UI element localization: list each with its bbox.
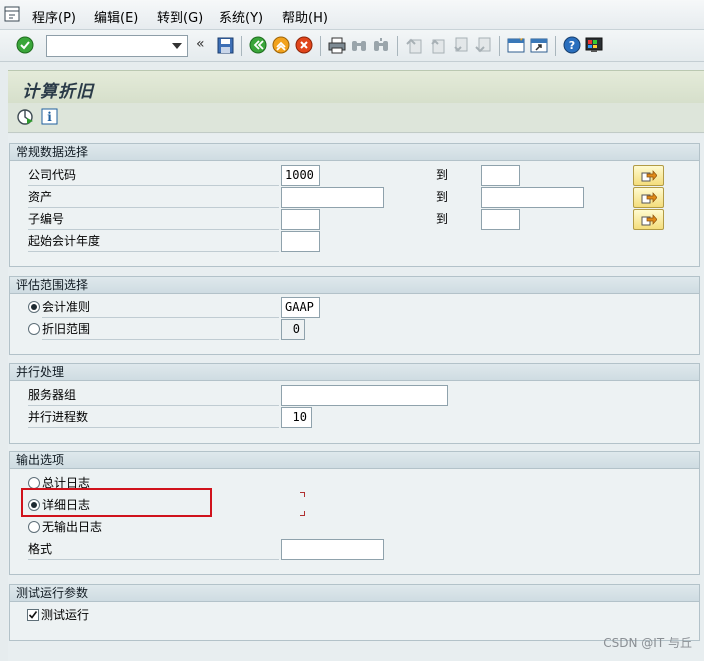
group-title: 评估范围选择 bbox=[10, 277, 699, 294]
menu-system[interactable]: 系统(Y) bbox=[219, 7, 263, 26]
menu-help[interactable]: 帮助(H) bbox=[282, 7, 328, 26]
menu-edit[interactable]: 编辑(E) bbox=[94, 7, 138, 26]
subnumber-field[interactable] bbox=[281, 209, 320, 230]
asset-field[interactable] bbox=[281, 187, 384, 208]
back-icon[interactable] bbox=[248, 35, 268, 55]
multiple-selection-button[interactable] bbox=[633, 209, 664, 230]
save-icon[interactable] bbox=[215, 35, 235, 55]
focus-corner-marker bbox=[300, 492, 305, 497]
group-title: 常规数据选择 bbox=[10, 144, 699, 161]
depreciation-area-label: 折旧范围 bbox=[42, 319, 279, 340]
company-code-label: 公司代码 bbox=[28, 165, 279, 186]
arrow-right-icon bbox=[641, 214, 657, 226]
fiscal-year-label: 起始会计年度 bbox=[28, 231, 279, 252]
subnumber-to-field[interactable] bbox=[481, 209, 520, 230]
server-group-field[interactable] bbox=[281, 385, 448, 406]
company-code-field[interactable]: 1000 bbox=[281, 165, 320, 186]
asset-label: 资产 bbox=[28, 187, 279, 208]
test-run-checkbox[interactable] bbox=[27, 609, 39, 621]
svg-text:i: i bbox=[47, 110, 52, 124]
process-count-field[interactable]: 10 bbox=[281, 407, 312, 428]
focus-corner-marker bbox=[300, 511, 305, 516]
shortcut-icon[interactable] bbox=[529, 35, 549, 55]
accounting-principle-field[interactable]: GAAP bbox=[281, 297, 320, 318]
chevron-down-icon[interactable] bbox=[169, 38, 185, 54]
help-icon[interactable]: ? bbox=[562, 35, 582, 55]
layout-menu-icon[interactable] bbox=[584, 35, 604, 55]
fiscal-year-field[interactable] bbox=[281, 231, 320, 252]
subnumber-label: 子编号 bbox=[28, 209, 279, 230]
to-label: 到 bbox=[436, 168, 449, 182]
group-title: 测试运行参数 bbox=[10, 585, 699, 602]
exit-icon[interactable] bbox=[271, 35, 291, 55]
test-run-label: 测试运行 bbox=[41, 608, 90, 622]
next-page-icon bbox=[450, 35, 470, 55]
menu-goto[interactable]: 转到(G) bbox=[157, 7, 203, 26]
watermark: CSDN @IT 与丘 bbox=[603, 636, 692, 650]
application-toolbar: i bbox=[8, 103, 704, 133]
multiple-selection-button[interactable] bbox=[633, 165, 664, 186]
svg-text:?: ? bbox=[569, 39, 575, 52]
command-field[interactable] bbox=[46, 35, 188, 57]
enter-check-icon[interactable] bbox=[15, 35, 35, 55]
accounting-principle-label: 会计准则 bbox=[42, 297, 279, 318]
no-log-radio[interactable] bbox=[28, 521, 40, 533]
menu-bar: 程序(P) 编辑(E) 转到(G) 系统(Y) 帮助(H) bbox=[0, 0, 704, 30]
arrow-right-icon bbox=[641, 192, 657, 204]
create-session-icon[interactable] bbox=[506, 35, 526, 55]
page-title: 计算折旧 bbox=[22, 82, 94, 102]
to-label: 到 bbox=[436, 190, 449, 204]
system-menu-icon[interactable] bbox=[4, 6, 20, 22]
format-label: 格式 bbox=[28, 539, 279, 560]
command-input[interactable] bbox=[47, 36, 169, 56]
process-count-label: 并行进程数 bbox=[28, 407, 279, 428]
group-title: 输出选项 bbox=[10, 452, 699, 469]
arrow-right-icon bbox=[641, 170, 657, 182]
annotation-highlight bbox=[21, 488, 212, 517]
last-page-icon bbox=[473, 35, 493, 55]
multiple-selection-button[interactable] bbox=[633, 187, 664, 208]
company-code-to-field[interactable] bbox=[481, 165, 520, 186]
depreciation-area-field[interactable]: 0 bbox=[281, 319, 305, 340]
accounting-principle-radio[interactable] bbox=[28, 301, 40, 313]
group-title: 并行处理 bbox=[10, 364, 699, 381]
first-page-icon bbox=[404, 35, 424, 55]
checkmark-icon bbox=[28, 611, 38, 619]
format-field[interactable] bbox=[281, 539, 384, 560]
print-icon[interactable] bbox=[327, 35, 347, 55]
group-test-run: 测试运行参数 bbox=[9, 584, 700, 641]
previous-page-icon bbox=[427, 35, 447, 55]
info-icon[interactable]: i bbox=[41, 108, 58, 125]
menu-program[interactable]: 程序(P) bbox=[32, 7, 76, 26]
server-group-label: 服务器组 bbox=[28, 385, 279, 406]
screen-title-bar: 计算折旧 bbox=[8, 70, 704, 103]
execute-icon[interactable] bbox=[16, 108, 34, 126]
depreciation-area-radio[interactable] bbox=[28, 323, 40, 335]
find-next-icon bbox=[371, 35, 391, 55]
no-log-label: 无输出日志 bbox=[42, 520, 103, 534]
asset-to-field[interactable] bbox=[481, 187, 584, 208]
collapse-command-icon[interactable]: « bbox=[196, 36, 205, 52]
to-label: 到 bbox=[436, 212, 449, 226]
find-icon bbox=[349, 35, 369, 55]
cancel-icon[interactable] bbox=[294, 35, 314, 55]
